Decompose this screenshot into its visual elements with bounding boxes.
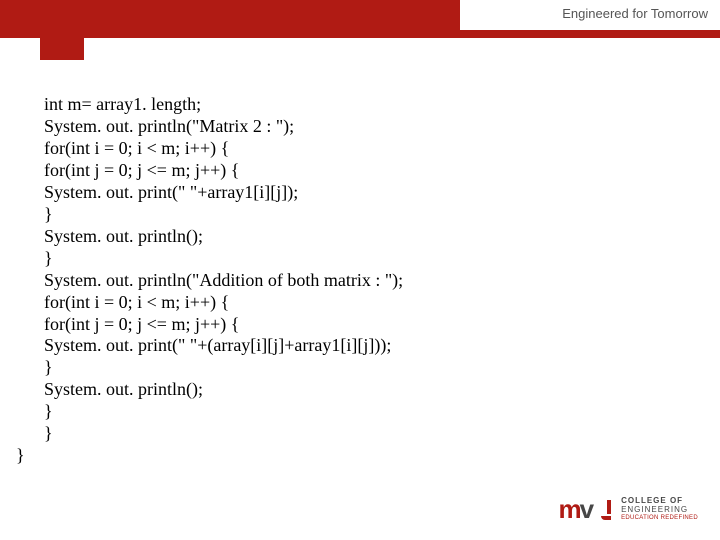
code-line: System. out. print(" "+(array[i][j]+arra…: [44, 335, 700, 357]
code-line: }: [44, 248, 700, 270]
code-line: for(int i = 0; i < m; i++) {: [44, 138, 700, 160]
code-line: System. out. println();: [44, 226, 700, 248]
code-line: }: [44, 423, 700, 445]
code-line: }: [44, 357, 700, 379]
header-bar: Engineered for Tomorrow: [0, 0, 720, 38]
code-line: System. out. println("Addition of both m…: [44, 270, 700, 292]
header-tab: [40, 0, 84, 60]
code-line: for(int j = 0; j <= m; j++) {: [44, 314, 700, 336]
code-line: for(int j = 0; j <= m; j++) {: [44, 160, 700, 182]
code-line: int m= array1. length;: [44, 94, 700, 116]
header-tagline: Engineered for Tomorrow: [562, 6, 708, 21]
logo-letter-j-icon: [595, 498, 613, 522]
code-line: }: [44, 204, 700, 226]
code-line: for(int i = 0; i < m; i++) {: [44, 292, 700, 314]
footer-logo: m v COLLEGE OF ENGINEERING EDUCATION RED…: [558, 496, 698, 522]
logo-letter-m: m: [558, 496, 581, 522]
logo-text-line2: ENGINEERING: [621, 506, 698, 515]
code-block: int m= array1. length; System. out. prin…: [0, 38, 720, 467]
logo-letter-v: v: [580, 496, 594, 522]
code-line: }: [16, 445, 700, 467]
logo-text: COLLEGE OF ENGINEERING EDUCATION REDEFIN…: [621, 497, 698, 521]
code-line: System. out. println();: [44, 379, 700, 401]
code-line: System. out. print(" "+array1[i][j]);: [44, 182, 700, 204]
code-line: }: [44, 401, 700, 423]
logo-mark: m v: [558, 496, 613, 522]
logo-text-line3: EDUCATION REDEFINED: [621, 515, 698, 522]
code-line: System. out. println("Matrix 2 : ");: [44, 116, 700, 138]
